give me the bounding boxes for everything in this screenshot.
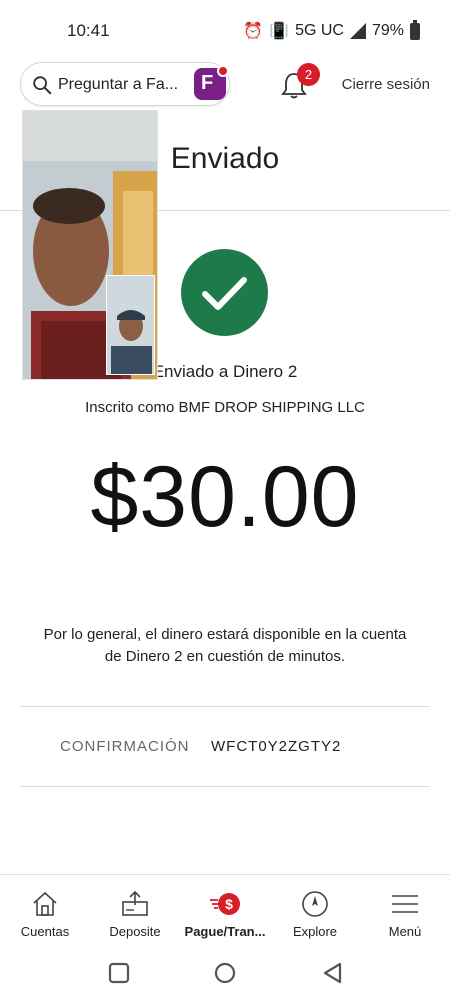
nav-label: Cuentas: [20, 924, 70, 939]
fargo-assistant-icon[interactable]: F: [194, 65, 229, 100]
search-icon: [33, 76, 52, 95]
availability-note: Por lo general, el dinero estará disponi…: [43, 626, 407, 665]
alarm-icon: ⏰: [243, 23, 264, 40]
success-check-icon: [181, 249, 268, 336]
confirmation-label: CONFIRMACIÓN: [60, 738, 190, 755]
status-time: 10:41: [67, 21, 110, 40]
app-header: Preguntar a Fa... F 2 Cierre sesión: [0, 60, 450, 112]
house-icon: [33, 891, 57, 916]
signout-link[interactable]: Cierre sesión: [342, 76, 430, 93]
nav-label: Explore: [292, 924, 338, 939]
compass-icon: [302, 891, 328, 917]
search-input[interactable]: Preguntar a Fa... F: [20, 62, 230, 106]
search-placeholder: Preguntar a Fa...: [58, 76, 179, 93]
amount: $30.00: [90, 449, 360, 545]
network-label: 5G UC: [295, 22, 344, 39]
fargo-dot: [217, 65, 229, 77]
status-icons: ⏰ 📳 5G UC 79%: [243, 19, 420, 41]
nav-label: Pague/Tran...: [184, 924, 266, 939]
nav-explore[interactable]: Explore: [270, 875, 360, 947]
divider: [20, 786, 430, 787]
nav-label: Deposite: [109, 924, 161, 939]
bottom-nav: Cuentas Deposite $ Pague/Tran... Explore: [0, 874, 450, 946]
nav-label: Menú: [388, 924, 422, 939]
recent-apps-icon[interactable]: [106, 960, 132, 986]
vibrate-icon: 📳: [269, 23, 290, 40]
status-bar: 10:41 ⏰ 📳 5G UC 79%: [0, 0, 450, 60]
nav-menu[interactable]: Menú: [360, 875, 450, 947]
signal-icon: [349, 23, 366, 39]
battery-icon: [410, 19, 420, 40]
deposit-check-icon: [122, 890, 148, 916]
pay-transfer-icon: $: [210, 893, 240, 915]
system-nav-bar: [0, 946, 450, 1000]
nav-deposite[interactable]: Deposite: [90, 875, 180, 947]
confirmation-value: WFCT0Y2ZGTY2: [211, 738, 342, 755]
home-icon[interactable]: [212, 960, 238, 986]
nav-pague-transfiera[interactable]: $ Pague/Tran...: [180, 875, 270, 947]
nav-cuentas[interactable]: Cuentas: [0, 875, 90, 947]
enrolled-as-text: Inscrito como BMF DROP SHIPPING LLC: [85, 399, 365, 416]
video-self-preview[interactable]: [106, 275, 155, 375]
svg-text:$: $: [225, 896, 233, 912]
hamburger-icon: [392, 895, 418, 913]
battery-percent: 79%: [371, 22, 404, 39]
back-icon[interactable]: [320, 960, 346, 986]
notification-badge: 2: [297, 63, 320, 86]
divider: [20, 706, 430, 707]
